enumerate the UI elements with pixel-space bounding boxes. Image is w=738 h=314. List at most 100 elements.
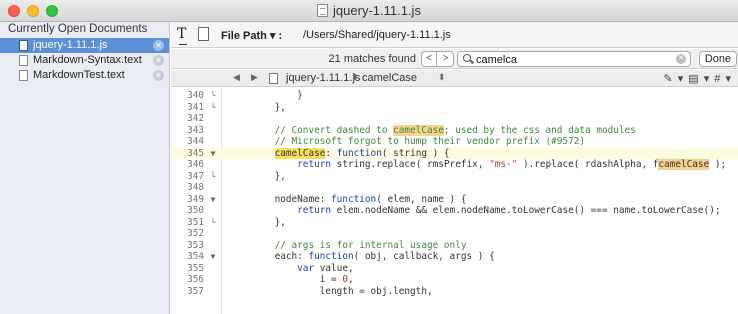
file-icon: [19, 55, 28, 66]
code-line[interactable]: 353 // args is for internal usage only: [171, 240, 738, 252]
sidebar-item-jquery[interactable]: jquery-1.11.1.js ✕: [0, 38, 169, 53]
document-icon: [317, 4, 329, 17]
code-text: // args is for internal usage only: [274, 239, 467, 251]
file-icon: [19, 40, 28, 51]
code-line[interactable]: 352: [171, 228, 738, 240]
sidebar-item-markdown-syntax[interactable]: Markdown-Syntax.text ✕: [0, 53, 169, 68]
code-text: // Convert dashed to camelCase; used by …: [274, 124, 636, 136]
code-line[interactable]: 340 └ }: [171, 90, 738, 102]
match-count: 21 matches found: [328, 53, 416, 65]
line-number: 353: [187, 239, 204, 251]
close-document-icon[interactable]: ✕: [153, 55, 164, 66]
file-path-value: /Users/Shared/jquery-1.11.1.js: [303, 29, 451, 41]
close-document-icon[interactable]: ✕: [153, 40, 164, 51]
sidebar-header: Currently Open Documents: [8, 23, 148, 35]
code-text: var value,: [297, 262, 354, 274]
file-path-bar: T File Path ▾ : /Users/Shared/jquery-1.1…: [171, 22, 738, 48]
code-line[interactable]: 341 └ },: [171, 102, 738, 114]
done-button[interactable]: Done: [699, 51, 737, 67]
code-line[interactable]: 344 // Microsoft forgot to hump their ve…: [171, 136, 738, 148]
window-title: jquery-1.11.1.js: [0, 3, 738, 18]
line-number: 344: [187, 136, 204, 147]
code-text: return string.replace( rmsPrefix, "ms-" …: [297, 159, 727, 170]
editor-area: T File Path ▾ : /Users/Shared/jquery-1.1…: [171, 22, 738, 314]
updown-chevron-icon: ⬍: [351, 72, 359, 82]
text-format-icon[interactable]: T: [177, 26, 188, 45]
jump-bar-file[interactable]: jquery-1.11.1.js: [286, 72, 360, 84]
find-navigation: < >: [421, 51, 454, 67]
line-number: 357: [187, 285, 204, 297]
updown-chevron-icon: ⬍: [438, 72, 446, 82]
line-number: 352: [187, 228, 204, 239]
code-text: each: function( obj, callback, args ) {: [252, 251, 495, 262]
line-number: 343: [187, 124, 204, 136]
code-editor[interactable]: 340 └ } 341 └ }, 342 343 // Convert dashed to…: [171, 88, 738, 314]
line-number: 354: [187, 251, 204, 262]
sidebar-item-label: Markdown-Syntax.text: [33, 54, 142, 66]
fold-end-marker: └: [210, 91, 216, 100]
code-text: },: [252, 170, 286, 182]
file-icon: [269, 73, 278, 84]
document-info-icon[interactable]: [198, 27, 209, 41]
close-document-icon[interactable]: ✕: [153, 70, 164, 81]
code-text: i = 0,: [252, 274, 354, 285]
code-line[interactable]: 343 // Convert dashed to camelCase; used…: [171, 124, 738, 137]
jump-bar: ◀ ▶ jquery-1.11.1.js ⬍ camelCase ⬍ ✎ ▾ ▤…: [171, 70, 738, 87]
line-number: 342: [187, 113, 204, 124]
line-number: 346: [187, 159, 204, 170]
line-number: 356: [187, 274, 204, 285]
fold-triangle-icon[interactable]: ▼: [208, 194, 218, 206]
back-icon[interactable]: ◀: [233, 72, 240, 83]
code-line[interactable]: 351 └ },: [171, 217, 738, 229]
line-number: 345: [187, 147, 204, 159]
code-text: }: [252, 90, 303, 101]
code-line[interactable]: 346 return string.replace( rmsPrefix, "m…: [171, 159, 738, 171]
fold-triangle-icon[interactable]: ▼: [208, 251, 218, 263]
jump-bar-symbol[interactable]: camelCase: [362, 72, 417, 84]
search-input[interactable]: [476, 53, 666, 66]
code-line[interactable]: 350 return elem.nodeName && elem.nodeNam…: [171, 205, 738, 217]
code-text: camelCase: function( string ) {: [274, 147, 450, 159]
previous-match-button[interactable]: <: [422, 52, 437, 66]
title-bar: jquery-1.11.1.js: [0, 0, 738, 22]
fold-end-marker: └: [210, 217, 216, 227]
fold-end-marker: └: [210, 171, 216, 181]
file-icon: [19, 70, 28, 81]
code-line[interactable]: 348: [171, 182, 738, 194]
code-line[interactable]: 342: [171, 113, 738, 125]
code-line[interactable]: 354 ▼ each: function( obj, callback, args…: [171, 251, 738, 263]
line-number: 350: [187, 205, 204, 216]
line-number: 341: [187, 101, 204, 113]
code-line[interactable]: 345 ▼ camelCase: function( string ) {: [171, 147, 738, 160]
window-title-text: jquery-1.11.1.js: [333, 3, 421, 18]
clear-search-icon[interactable]: ✕: [676, 54, 686, 64]
forward-icon[interactable]: ▶: [251, 72, 258, 83]
code-line[interactable]: 355 var value,: [171, 263, 738, 275]
code-text: nodeName: function( elem, name ) {: [252, 193, 467, 205]
code-text: },: [252, 101, 286, 113]
code-text: },: [252, 216, 286, 228]
fold-end-marker: └: [210, 102, 216, 112]
code-text: // Microsoft forgot to hump their vendor…: [274, 136, 586, 147]
line-number: 351: [187, 216, 204, 228]
next-match-button[interactable]: >: [438, 52, 453, 66]
code-text: return elem.nodeName && elem.nodeName.to…: [297, 205, 721, 216]
search-icon: [463, 54, 471, 62]
code-line[interactable]: 356 i = 0,: [171, 274, 738, 286]
find-bar: 21 matches found < > ✕ Done: [171, 49, 738, 69]
line-number: 349: [187, 193, 204, 205]
code-line[interactable]: 357 length = obj.length,: [171, 286, 738, 298]
sidebar-item-label: MarkdownTest.text: [33, 69, 125, 81]
code-line[interactable]: 349 ▼ nodeName: function( elem, name ) {: [171, 194, 738, 206]
editor-tools-menu[interactable]: ✎ ▾ ▤ ▾ # ▾: [663, 72, 732, 85]
sidebar-item-label: jquery-1.11.1.js: [33, 39, 108, 51]
file-path-label[interactable]: File Path ▾ :: [221, 29, 282, 42]
sidebar: Currently Open Documents jquery-1.11.1.j…: [0, 22, 170, 314]
search-field[interactable]: ✕: [457, 51, 691, 67]
fold-triangle-icon[interactable]: ▼: [208, 148, 218, 160]
code-line[interactable]: 347 └ },: [171, 171, 738, 183]
code-text: length = obj.length,: [252, 285, 433, 297]
line-number: 355: [187, 262, 204, 274]
line-number: 347: [187, 170, 204, 182]
sidebar-item-markdown-test[interactable]: MarkdownTest.text ✕: [0, 68, 169, 83]
